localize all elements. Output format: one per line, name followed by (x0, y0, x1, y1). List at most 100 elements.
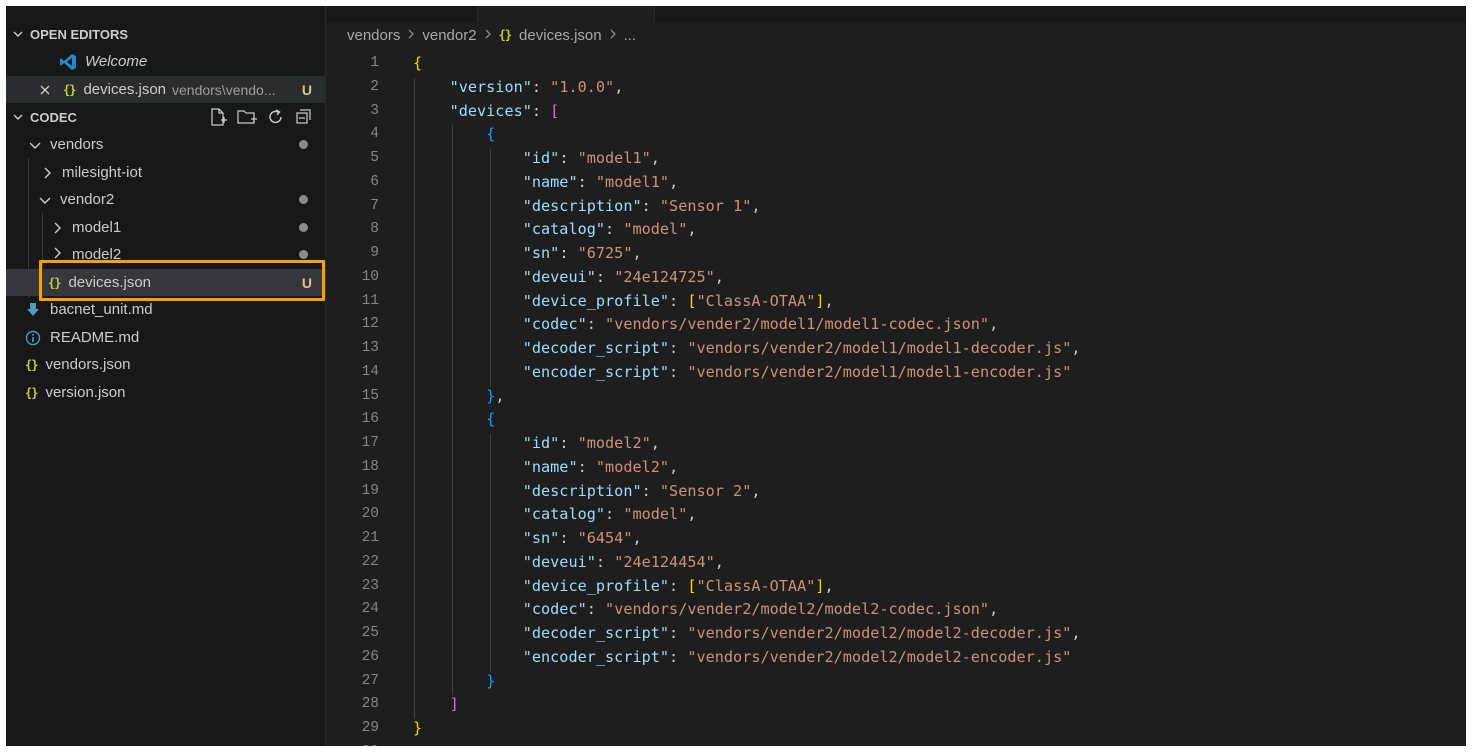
code-token: "catalog" (522, 220, 606, 239)
code-token: "vendors/vender2/model2/model2-codec.jso… (605, 600, 990, 619)
editor-tab-active[interactable] (477, 6, 655, 22)
code-line: "id": "model1", (413, 149, 660, 167)
markdown-download-icon (26, 302, 40, 318)
tree-item-label: vendors (50, 136, 104, 153)
code-line: "device_profile": ["ClassA-OTAA"], (413, 577, 834, 595)
code-token: , (989, 600, 999, 619)
code-line: { (413, 125, 495, 143)
new-file-icon[interactable] (208, 107, 228, 127)
tree-item-model1[interactable]: model1 (6, 214, 326, 241)
refresh-icon[interactable] (266, 107, 286, 127)
json-file-icon: {} (63, 82, 76, 97)
breadcrumb-item[interactable]: ... (624, 27, 637, 44)
open-editor-label: devices.json (83, 81, 166, 98)
editor-tab-strip (327, 6, 1466, 22)
open-editor-path: vendors\vendo... (172, 81, 276, 98)
code-token: } (486, 671, 496, 690)
code-token: : (669, 576, 688, 595)
tree-item-version-json[interactable]: {} version.json (6, 379, 326, 406)
code-editor[interactable]: 1{2 "version": "1.0.0", 3 "devices": [4 {… (327, 48, 1466, 746)
code-token: , (989, 315, 999, 334)
open-editor-item-welcome[interactable]: Welcome (6, 48, 326, 75)
code-token: "24e124454" (614, 552, 715, 571)
indent-guide (490, 434, 492, 672)
tree-item-readme-md[interactable]: README.md (6, 324, 326, 351)
modified-dot (299, 250, 308, 259)
open-editor-item-devices-json[interactable]: {} devices.json vendors\vendo... U (6, 76, 326, 103)
code-token: : (605, 505, 624, 524)
close-icon[interactable] (39, 84, 51, 96)
breadcrumb-item[interactable]: vendors (347, 27, 400, 44)
code-token: "model1" (595, 172, 670, 191)
code-token: , (669, 172, 679, 191)
code-token: : (559, 529, 578, 547)
line-number: 1 (370, 55, 379, 71)
code-line: "description": "Sensor 2", (413, 482, 761, 500)
tree-item-label: vendor2 (60, 191, 115, 208)
breadcrumb: vendors vendor2 {} devices.json ... (347, 22, 636, 48)
breadcrumb-item[interactable]: devices.json (519, 27, 602, 44)
code-token: : (559, 244, 578, 262)
tree-item-vendors[interactable]: vendors (6, 131, 326, 158)
code-token: } (413, 719, 423, 737)
code-line: "devices": [ (413, 102, 560, 120)
chevron-right-icon (40, 166, 54, 180)
code-token: "id" (522, 434, 560, 452)
breadcrumb-item[interactable]: vendor2 (422, 27, 476, 44)
code-token: , (714, 267, 724, 286)
explorer-sidebar: OPEN EDITORS Welcome {} devices.json ven… (6, 6, 326, 746)
open-editors-header[interactable]: OPEN EDITORS (6, 21, 326, 47)
indent-guide (414, 77, 415, 719)
json-file-icon: {} (498, 28, 512, 42)
tree-item-model2[interactable]: model2 (6, 241, 326, 260)
new-folder-icon[interactable] (236, 107, 258, 127)
tree-item-vendor2[interactable]: vendor2 (6, 186, 326, 213)
code-token: "Sensor 1" (659, 196, 752, 215)
line-number: 8 (370, 221, 379, 238)
code-token: { (413, 54, 423, 72)
code-token: "ClassA-OTAA" (696, 576, 816, 595)
line-number: 2 (370, 78, 379, 95)
line-number: 21 (361, 530, 379, 546)
json-file-icon: {} (25, 357, 38, 372)
code-token: "model2" (577, 434, 651, 452)
indent-guide (490, 149, 492, 387)
code-token: : (605, 220, 624, 239)
line-number: 9 (370, 245, 379, 261)
folder-header-codec[interactable]: CODEC (6, 104, 326, 130)
open-editors-title: OPEN EDITORS (30, 26, 129, 42)
code-line: "deveui": "24e124454", (413, 553, 724, 571)
tree-item-label: vendors.json (45, 356, 131, 373)
code-line: "description": "Sensor 1", (413, 197, 761, 215)
code-token: : (559, 434, 578, 452)
code-token: ] (449, 695, 459, 714)
tree-item-label: model1 (72, 219, 122, 236)
vscode-window: OPEN EDITORS Welcome {} devices.json ven… (6, 6, 1466, 746)
code-line: "sn": "6454", (413, 529, 642, 547)
tree-item-vendors-json[interactable]: {} vendors.json (6, 351, 326, 378)
tree-item-label: milesight-iot (62, 164, 143, 181)
code-token: : (669, 339, 688, 357)
code-token: , (1071, 339, 1081, 357)
tree-item-milesight-iot[interactable]: milesight-iot (6, 159, 326, 186)
line-number: 20 (361, 506, 379, 523)
collapse-all-icon[interactable] (294, 107, 314, 127)
code-token: "model2" (595, 457, 670, 476)
chevron-down-icon (6, 111, 30, 123)
chevron-down-icon (28, 138, 42, 152)
line-number: 30 (327, 744, 379, 746)
line-number: 11 (361, 292, 379, 309)
chevron-right-icon (608, 27, 618, 44)
code-token: "vendors/vender2/model1/model1-decoder.j… (687, 339, 1072, 357)
line-number: 23 (361, 577, 379, 594)
code-line: "deveui": "24e124725", (413, 268, 724, 286)
line-number: 29 (361, 720, 379, 736)
tree-item-label: model2 (72, 246, 122, 260)
code-token: : (669, 624, 688, 642)
code-line: "catalog": "model", (413, 220, 697, 238)
